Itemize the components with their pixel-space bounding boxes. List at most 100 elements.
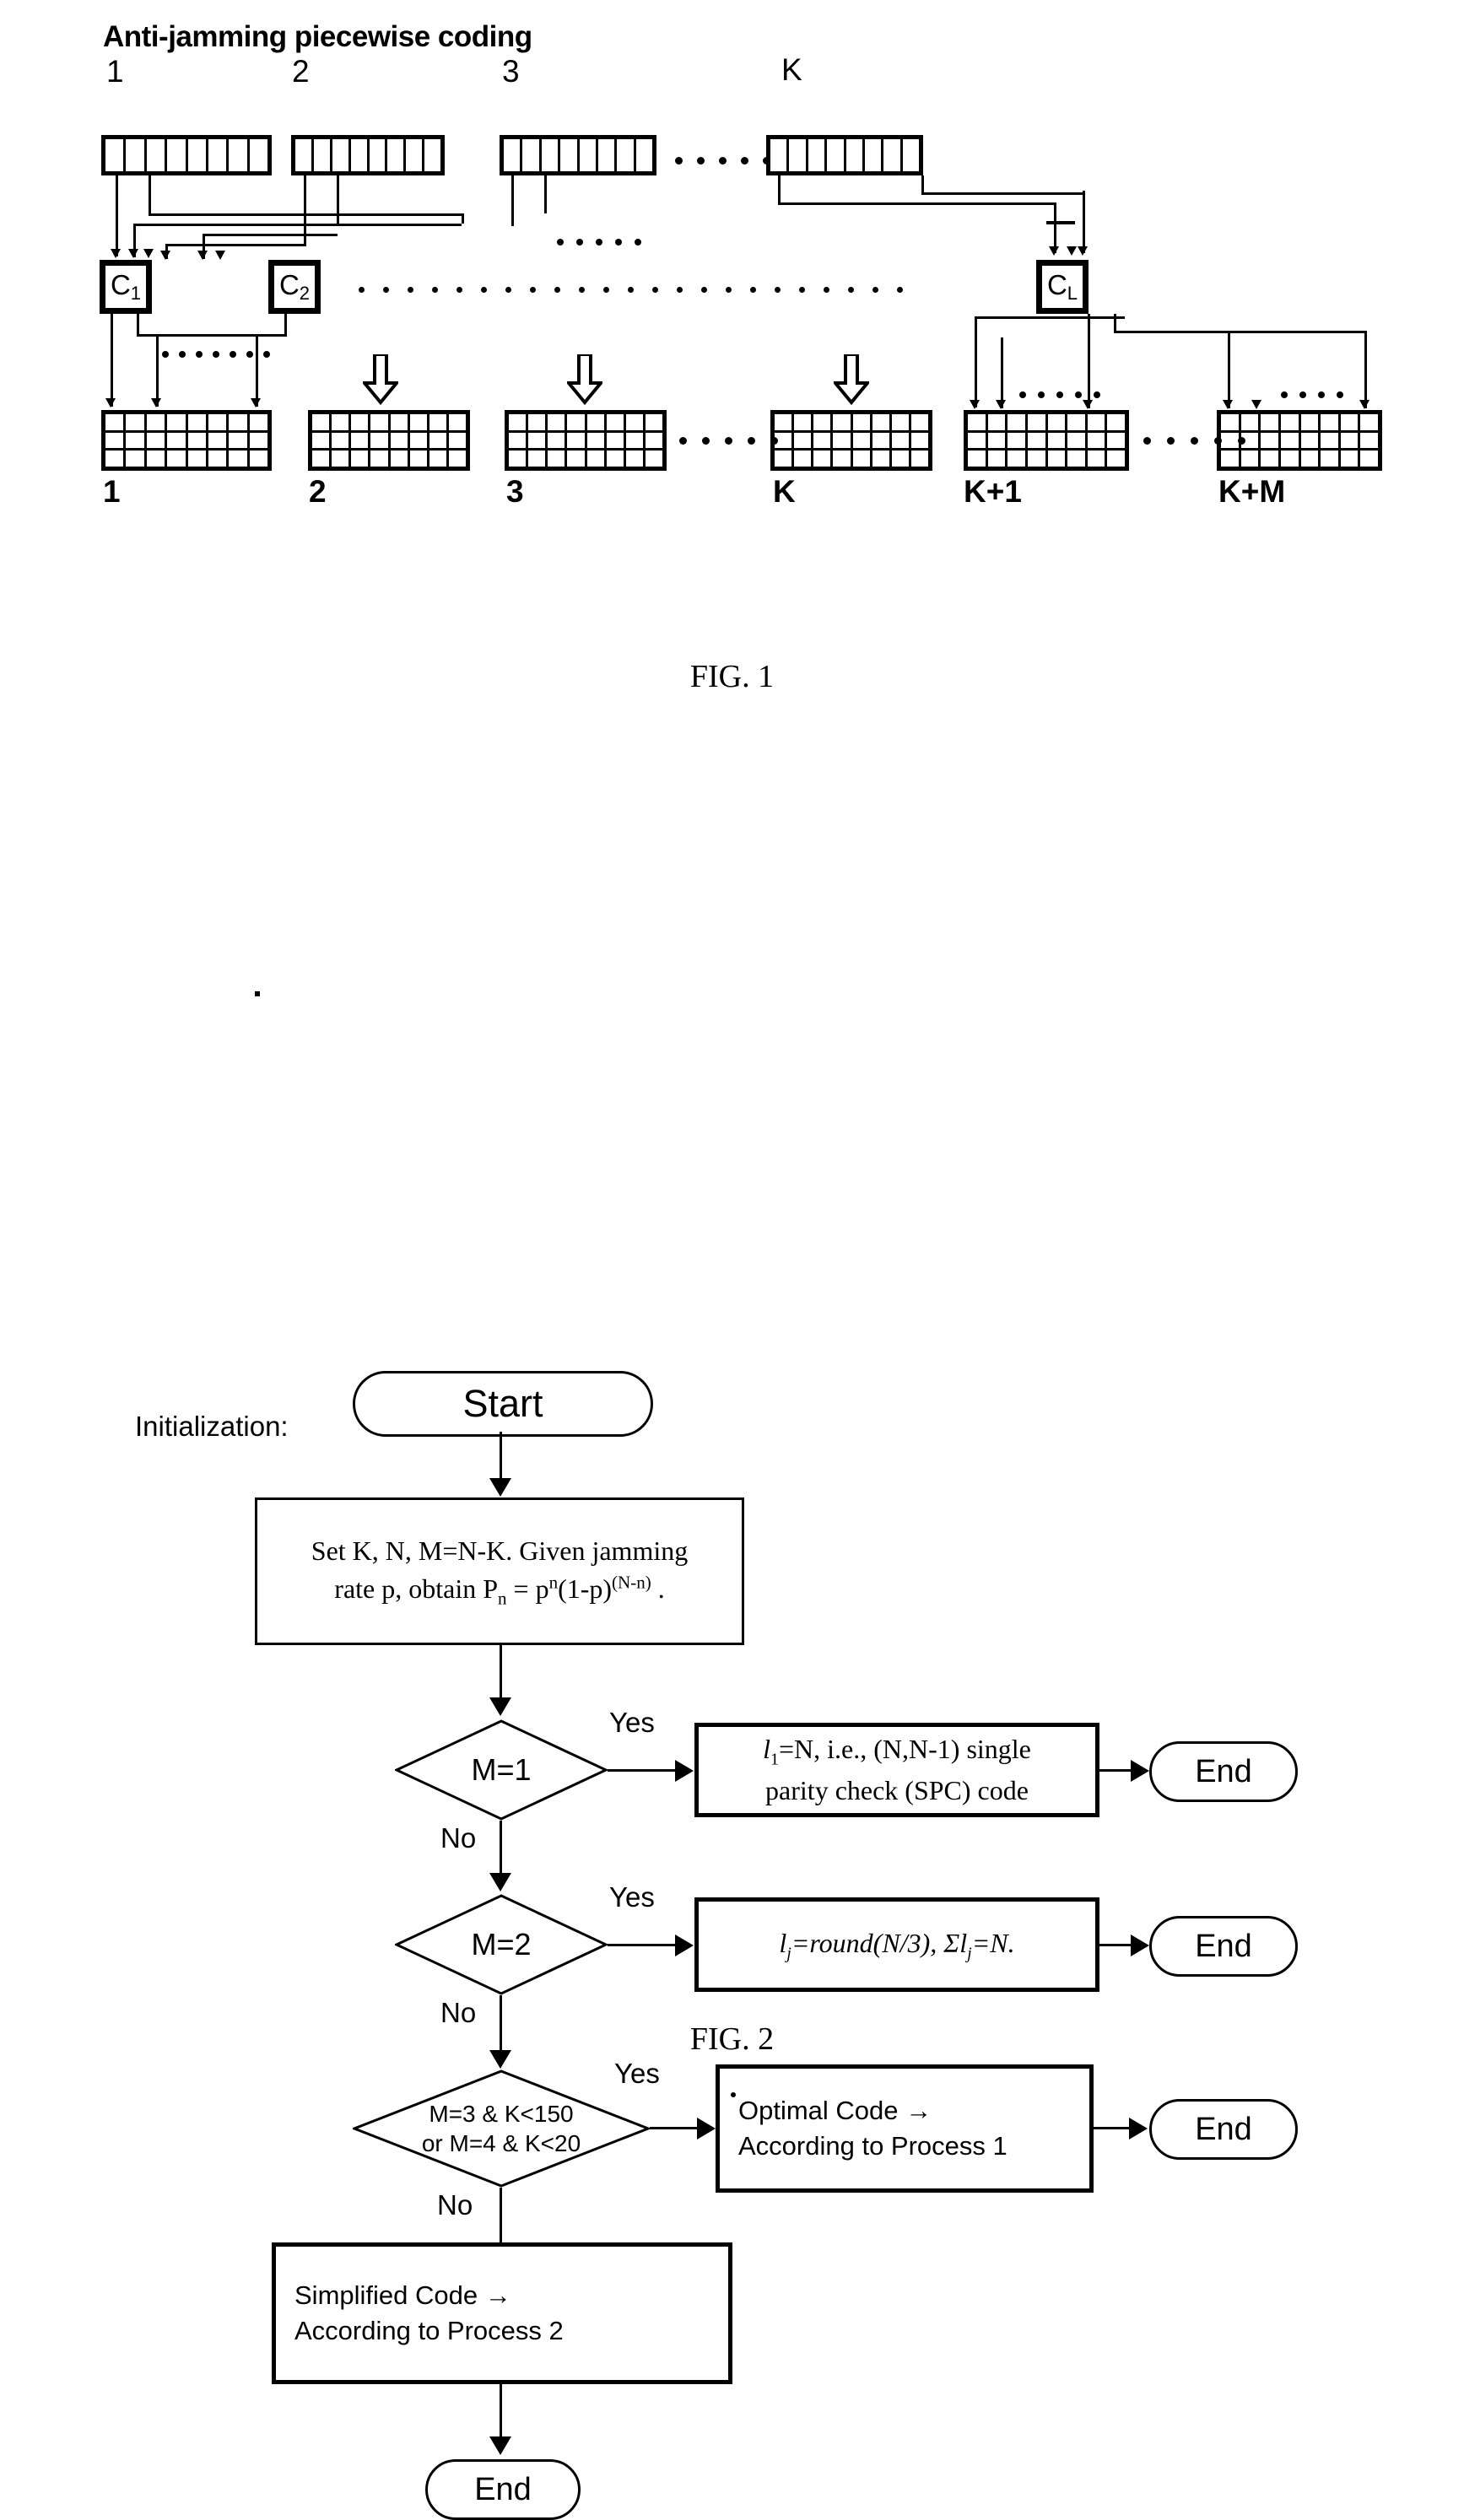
flow-line-simplified-to-end	[500, 2384, 502, 2443]
action-spc-box: l1=N, i.e., (N,N-1) single parity check …	[694, 1723, 1099, 1817]
block-cell	[147, 139, 168, 171]
end-node-round[interactable]: End	[1149, 1916, 1298, 1977]
block-row	[105, 414, 267, 433]
wire-b1-b	[149, 175, 151, 216]
action-simplified-code-box: Simplified Code → According to Process 2	[272, 2242, 732, 2384]
end-node-simplified[interactable]: End	[425, 2459, 581, 2520]
arrow-into-bottom-km	[1359, 400, 1369, 409]
flow-line-init-to-m1	[500, 1645, 502, 1704]
arrow-into-bottom-km	[1251, 400, 1261, 409]
wire-c1-out-b-v	[256, 334, 258, 407]
figure-1-title: Anti-jamming piecewise coding	[103, 20, 532, 53]
block-row	[312, 432, 466, 451]
figure-1-caption: FIG. 1	[689, 659, 775, 694]
coder-box-c1: C1	[100, 260, 152, 314]
wire-c1-out-a	[111, 314, 113, 407]
init-line-2: rate p, obtain Pn = pn(1-p)(N-n) .	[334, 1571, 665, 1608]
coder-box-c2: C2	[268, 260, 321, 314]
decision-m3-or-m4: M=3 & K<150 or M=4 & K<20	[353, 2069, 650, 2188]
block-arrow-to-bottom-3	[567, 354, 602, 405]
block-cell	[406, 139, 425, 171]
wire-bk-a-v	[1054, 202, 1056, 253]
block-cell	[370, 139, 388, 171]
no-label-m3: No	[437, 2189, 473, 2221]
bottom-block-label-k: K	[773, 474, 796, 509]
init-process-box: Set K, N, M=N-K. Given jamming rate p, o…	[255, 1497, 744, 1645]
wire-cl-out-b-h	[1114, 331, 1367, 333]
wire-b2-b	[337, 175, 339, 226]
end-label: End	[474, 2471, 532, 2507]
coder-row-ellipsis	[359, 287, 903, 293]
decision-m3-line-1: M=3 & K<150	[429, 2101, 574, 2127]
yes-label-m1: Yes	[609, 1707, 655, 1738]
bottom-block-3	[505, 410, 667, 471]
spc-line-2: parity check (SPC) code	[765, 1774, 1029, 1805]
block-row	[968, 432, 1125, 451]
block-row	[968, 414, 1125, 433]
block-cell	[865, 139, 884, 171]
arrowhead-init-to-m1	[489, 1697, 511, 1716]
top-row-ellipsis	[675, 157, 770, 165]
coder-box-cl: CL	[1036, 260, 1089, 314]
top-block-2	[291, 135, 445, 175]
arrow-into-bottom-1	[151, 398, 161, 407]
arrowhead-spc-to-end	[1131, 1760, 1149, 1782]
wire-cl-out-d-v	[1228, 331, 1230, 408]
wire-b2-a-h	[165, 244, 305, 246]
block-cell	[542, 139, 561, 171]
block-cell	[903, 139, 919, 171]
wire-b1-b-v2	[462, 213, 464, 224]
coder-label: C1	[110, 269, 142, 304]
block-cell	[846, 139, 865, 171]
block-cell	[208, 139, 230, 171]
arrowhead-optimal-to-end	[1129, 2118, 1148, 2140]
block-cell	[560, 139, 580, 171]
bottom-block-label-km: K+M	[1218, 474, 1286, 509]
block-cell	[789, 139, 808, 171]
block-cell	[617, 139, 636, 171]
wire-cl-out-c-v	[975, 316, 977, 407]
arrow-into-bottom-k1	[996, 400, 1006, 409]
coder-label: C2	[278, 269, 311, 304]
arrowhead-round-to-end	[1131, 1935, 1149, 1956]
arrow-into-bottom-k1	[1083, 400, 1093, 409]
arrowhead-m1-no	[489, 1873, 511, 1891]
arrow-into-c1	[143, 249, 154, 258]
block-cell	[598, 139, 618, 171]
wire-cl-dash	[1046, 221, 1075, 224]
top-block-label-2: 2	[292, 54, 310, 89]
block-cell	[504, 139, 523, 171]
arrowhead-simplified-to-end	[489, 2436, 511, 2455]
wire-bk-b	[921, 175, 924, 194]
arrow-into-c1	[111, 249, 121, 258]
flow-line-round-to-end	[1099, 1944, 1135, 1946]
bottom-row-ellipsis-2	[1143, 437, 1245, 445]
yes-label-m2: Yes	[609, 1881, 655, 1913]
block-row	[312, 451, 466, 467]
block-cell	[770, 139, 790, 171]
init-line-1: Set K, N, M=N-K. Given jamming	[311, 1535, 689, 1566]
bottom-block-label-k1: K+1	[964, 474, 1022, 509]
arrow-into-bottom-1	[105, 398, 116, 407]
top-block-k	[766, 135, 923, 175]
wire-c2-out-h	[156, 334, 287, 337]
flow-line-m3-yes	[650, 2127, 702, 2129]
wire-cl-out-e-v	[1001, 337, 1003, 408]
block-row	[312, 414, 466, 433]
block-row	[775, 432, 928, 451]
no-label-m1: No	[440, 1822, 477, 1854]
flow-line-m1-yes	[608, 1769, 678, 1772]
simplified-line-1: Simplified Code →	[294, 2280, 511, 2311]
arrow-into-bottom-1	[251, 398, 261, 407]
block-cell	[126, 139, 147, 171]
end-node-spc[interactable]: End	[1149, 1741, 1298, 1802]
start-node[interactable]: Start	[353, 1371, 653, 1437]
block-cell	[522, 139, 542, 171]
block-cell	[883, 139, 903, 171]
block-row	[105, 432, 267, 451]
arrowhead-m3-yes	[697, 2118, 716, 2140]
c1-out-ellipsis	[162, 351, 270, 358]
end-node-optimal[interactable]: End	[1149, 2099, 1298, 2160]
flow-line-start-to-init	[500, 1432, 502, 1484]
wire-c1-out-b	[137, 314, 139, 336]
